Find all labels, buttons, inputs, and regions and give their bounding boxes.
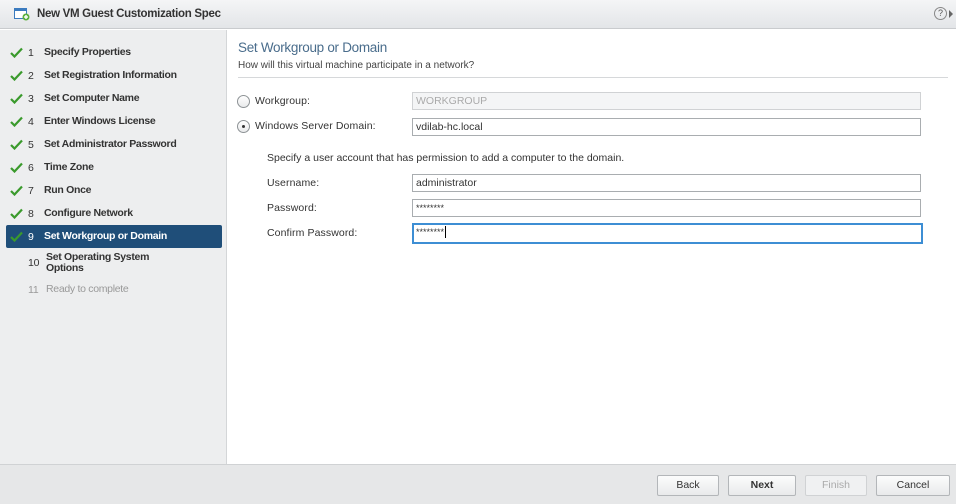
step-label: Configure Network <box>44 207 133 219</box>
workgroup-radio[interactable] <box>237 95 250 108</box>
step-number: 10 <box>28 257 40 269</box>
check-icon <box>8 159 25 176</box>
step-number: 8 <box>28 207 34 220</box>
step-label: Time Zone <box>44 161 94 173</box>
check-icon <box>8 67 25 84</box>
step-number: 9 <box>28 230 34 243</box>
wizard-footer: Back Next Finish Cancel <box>0 464 956 504</box>
check-icon <box>8 228 25 245</box>
step-specify-properties[interactable]: 1 Specify Properties <box>6 41 222 64</box>
step-number: 11 <box>28 283 39 296</box>
step-set-operating-system-options[interactable]: 10 Set Operating System Options <box>6 248 222 278</box>
step-set-registration-information[interactable]: 2 Set Registration Information <box>6 64 222 87</box>
back-button[interactable]: Back <box>657 475 719 496</box>
step-set-computer-name[interactable]: 3 Set Computer Name <box>6 87 222 110</box>
title-bar: New VM Guest Customization Spec ? <box>0 0 956 29</box>
confirm-password-input[interactable]: ******** <box>412 223 923 244</box>
help-button[interactable]: ? <box>934 7 953 20</box>
step-label: Set Administrator Password <box>44 138 177 150</box>
next-button[interactable]: Next <box>728 475 796 496</box>
page-title: Set Workgroup or Domain <box>238 40 387 55</box>
username-input[interactable]: administrator <box>412 174 921 192</box>
password-label: Password: <box>267 202 317 214</box>
windows-server-domain-label: Windows Server Domain: <box>255 120 376 132</box>
password-input[interactable]: ******** <box>412 199 921 217</box>
wizard-steps-sidebar: 1 Specify Properties 2 Set Registration … <box>0 30 227 464</box>
step-label: Set Registration Information <box>44 69 177 81</box>
vm-customization-spec-icon <box>14 7 30 21</box>
window-title: New VM Guest Customization Spec <box>37 8 221 20</box>
password-value: ******** <box>416 203 445 213</box>
step-number: 5 <box>28 138 34 151</box>
account-info-text: Specify a user account that has permissi… <box>267 152 625 164</box>
cancel-button[interactable]: Cancel <box>876 475 950 496</box>
step-label: Enter Windows License <box>44 115 156 127</box>
step-number: 6 <box>28 161 34 174</box>
step-label: Run Once <box>44 184 92 196</box>
step-number: 1 <box>28 46 34 59</box>
step-number: 3 <box>28 92 34 105</box>
check-icon <box>8 182 25 199</box>
step-set-administrator-password[interactable]: 5 Set Administrator Password <box>6 133 222 156</box>
text-caret <box>445 226 447 239</box>
step-label: Set Workgroup or Domain <box>44 230 167 242</box>
expand-arrow-icon <box>949 9 953 18</box>
divider <box>238 77 948 78</box>
windows-server-domain-input[interactable]: vdilab-hc.local <box>412 118 921 136</box>
confirm-password-value: ******** <box>416 227 445 237</box>
main-panel: Set Workgroup or Domain How will this vi… <box>228 30 956 464</box>
step-label: Set Computer Name <box>44 92 140 104</box>
check-icon <box>8 90 25 107</box>
step-time-zone[interactable]: 6 Time Zone <box>6 156 222 179</box>
confirm-password-label: Confirm Password: <box>267 227 358 239</box>
workgroup-input[interactable]: WORKGROUP <box>412 92 921 110</box>
finish-button[interactable]: Finish <box>805 475 867 496</box>
step-configure-network[interactable]: 8 Configure Network <box>6 202 222 225</box>
check-icon <box>8 44 25 61</box>
page-subtitle: How will this virtual machine participat… <box>238 60 475 71</box>
step-label: Ready to complete <box>46 283 129 295</box>
check-icon <box>8 136 25 153</box>
step-ready-to-complete: 11 Ready to complete <box>6 278 222 301</box>
username-label: Username: <box>267 177 320 189</box>
check-icon <box>8 113 25 130</box>
step-number: 4 <box>28 115 34 128</box>
step-number: 2 <box>28 69 34 82</box>
workgroup-label: Workgroup: <box>255 95 311 107</box>
step-label: Set Operating System Options <box>46 251 150 274</box>
step-enter-windows-license[interactable]: 4 Enter Windows License <box>6 110 222 133</box>
step-run-once[interactable]: 7 Run Once <box>6 179 222 202</box>
step-set-workgroup-or-domain[interactable]: 9 Set Workgroup or Domain <box>6 225 222 248</box>
windows-server-domain-radio[interactable] <box>237 120 250 133</box>
help-icon: ? <box>934 7 947 20</box>
step-number: 7 <box>28 184 34 197</box>
step-label: Specify Properties <box>44 46 131 58</box>
check-icon <box>8 205 25 222</box>
